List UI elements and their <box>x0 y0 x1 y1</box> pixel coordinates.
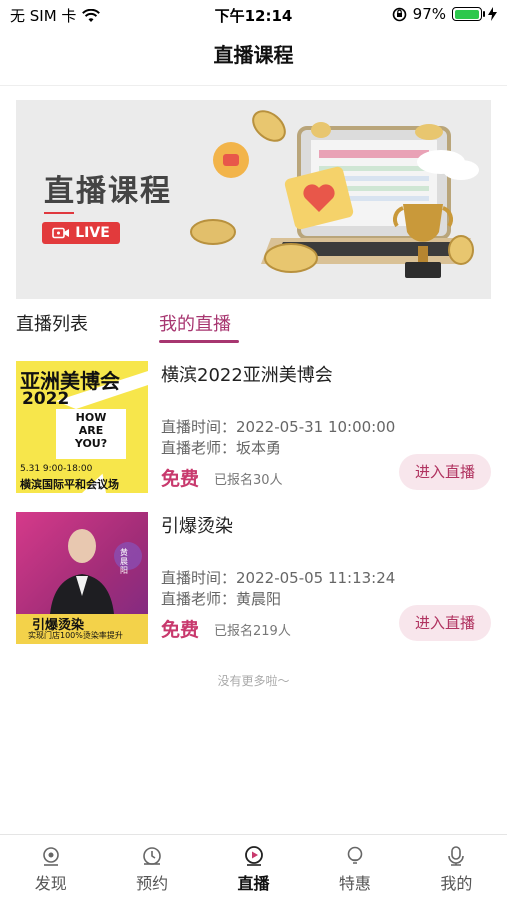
enrolled-count: 已报名219人 <box>214 624 291 639</box>
tabbar-item-mine[interactable]: 我的 <box>406 835 507 900</box>
tab-my-live[interactable]: 我的直播 <box>159 310 231 336</box>
course-time: 直播时间：2022-05-05 11:13:24 <box>161 567 395 588</box>
course-tabs: 直播列表 我的直播 <box>16 310 491 344</box>
course-price: 免费 <box>161 619 200 641</box>
battery-icon <box>452 7 485 21</box>
clock-icon <box>143 847 161 865</box>
tabbar-label: 预约 <box>136 874 169 893</box>
poster-venue: 横滨国际平和会议场 <box>20 478 119 491</box>
course-thumbnail: 亚洲美博会 2022 HOW ARE YOU? 5.31 9:00-18:00 … <box>16 361 148 493</box>
poster-date: 5.31 9:00-18:00 <box>20 464 93 474</box>
enrolled-count: 已报名30人 <box>214 473 283 488</box>
course-title: 横滨2022亚洲美博会 <box>161 365 333 386</box>
tabbar-item-deals[interactable]: 特惠 <box>304 835 405 900</box>
laptop-trophy-illustration <box>190 110 479 278</box>
battery-level <box>454 9 479 19</box>
tabbar-label: 发现 <box>34 874 67 893</box>
presenter-name: 黄晨阳 <box>120 548 128 575</box>
active-tab-indicator <box>159 340 239 343</box>
video-camera-icon <box>52 227 70 239</box>
battery-percent: 97% <box>412 5 446 23</box>
poster-slogan: HOW ARE YOU? <box>74 411 108 450</box>
teacher-value: 黄晨阳 <box>236 590 282 608</box>
course-item[interactable]: 黄晨阳 引爆烫染 实现门店100%烫染率提升 引爆烫染 直播时间：2022-05… <box>16 512 491 644</box>
status-bar: 无 SIM 卡 下午12:14 97% <box>0 0 507 30</box>
page-title: 直播课程 <box>0 30 507 86</box>
status-right: 97% <box>392 5 497 23</box>
live-badge: LIVE <box>42 222 120 244</box>
orientation-lock-icon <box>392 7 406 21</box>
tabbar-item-booking[interactable]: 预约 <box>101 835 202 900</box>
tabbar-label: 我的 <box>440 874 473 893</box>
time-value: 2022-05-31 10:00:00 <box>236 418 396 436</box>
poster-subtitle: 实现门店100%烫染率提升 <box>28 631 123 640</box>
enter-live-button[interactable]: 进入直播 <box>399 454 491 490</box>
mic-icon <box>448 846 465 866</box>
teacher-label: 直播老师： <box>161 439 237 457</box>
time-label: 直播时间： <box>161 569 237 587</box>
banner-divider <box>44 212 74 214</box>
course-teacher: 直播老师：黄晨阳 <box>161 588 281 609</box>
live-course-banner[interactable]: 直播课程 LIVE <box>16 100 491 299</box>
teacher-value: 坂本勇 <box>236 439 282 457</box>
tabbar-label: 特惠 <box>338 874 371 893</box>
teacher-label: 直播老师： <box>161 590 237 608</box>
course-thumbnail: 黄晨阳 引爆烫染 实现门店100%烫染率提升 <box>16 512 148 644</box>
time-label: 直播时间： <box>161 418 237 436</box>
course-item[interactable]: 亚洲美博会 2022 HOW ARE YOU? 5.31 9:00-18:00 … <box>16 361 491 493</box>
bulb-icon <box>347 846 363 864</box>
course-time: 直播时间：2022-05-31 10:00:00 <box>161 416 395 437</box>
tabbar-item-discover[interactable]: 发现 <box>0 835 101 900</box>
course-title: 引爆烫染 <box>161 516 233 537</box>
live-play-icon <box>244 846 263 866</box>
enter-live-button[interactable]: 进入直播 <box>399 605 491 641</box>
charging-bolt-icon <box>488 7 497 21</box>
course-teacher: 直播老师：坂本勇 <box>161 437 281 458</box>
time-value: 2022-05-05 11:13:24 <box>236 569 396 587</box>
discover-icon <box>42 847 59 866</box>
banner-title: 直播课程 <box>44 174 172 209</box>
course-price: 免费 <box>161 468 200 490</box>
poster-year: 2022 <box>22 389 70 409</box>
live-badge-label: LIVE <box>75 225 110 241</box>
tabbar-label: 直播 <box>237 874 270 893</box>
tabbar-item-live[interactable]: 直播 <box>203 835 304 900</box>
bottom-tab-bar: 发现 预约 直播 特惠 我的 <box>0 834 507 900</box>
no-more-text: 没有更多啦～ <box>217 674 290 688</box>
tab-live-list[interactable]: 直播列表 <box>16 310 88 336</box>
